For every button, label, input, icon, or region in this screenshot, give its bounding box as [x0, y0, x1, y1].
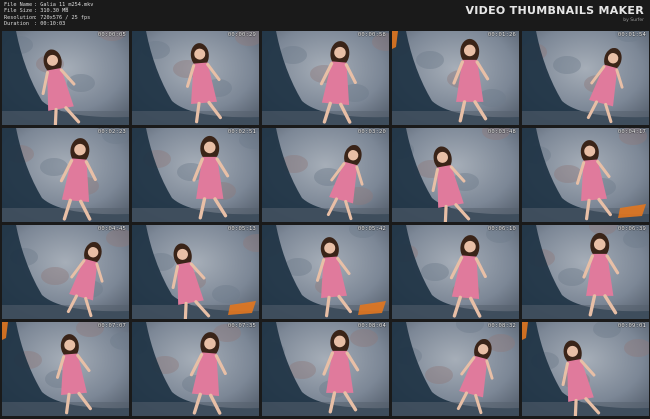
thumbnail-timestamp: 00:00:29: [227, 32, 256, 38]
thumbnail-frame: [262, 31, 389, 125]
floor: [132, 208, 259, 222]
thumbnail-timestamp: 00:02:51: [227, 129, 256, 135]
backdrop-blotch: [350, 329, 378, 347]
header-bar: File Name: Galia 11_m254.mkv File Size: …: [0, 0, 650, 30]
thumbnail-frame: [132, 225, 259, 319]
floor: [522, 305, 649, 319]
thumbnail-frame: [2, 31, 129, 125]
thumbnail-timestamp: 00:04:17: [617, 129, 646, 135]
video-thumbnail[interactable]: 00:04:17: [522, 128, 649, 222]
video-thumbnail[interactable]: 00:04:45: [2, 225, 129, 319]
backdrop-blotch: [41, 267, 69, 285]
figure-head: [463, 44, 476, 57]
video-thumbnail[interactable]: 00:00:29: [132, 31, 259, 125]
floor: [392, 402, 519, 416]
video-thumbnail[interactable]: 00:01:54: [522, 31, 649, 125]
meta-value: : 310.30 MB: [34, 8, 69, 15]
brand-subtitle: by Surfer: [623, 18, 644, 23]
floor: [392, 208, 519, 222]
backdrop-blotch: [425, 366, 453, 384]
thumbnail-timestamp: 00:01:26: [487, 32, 516, 38]
thumbnail-timestamp: 00:06:10: [487, 226, 516, 232]
video-thumbnail[interactable]: 00:05:13: [132, 225, 259, 319]
thumbnail-frame: [392, 128, 519, 222]
floor: [2, 111, 129, 125]
thumbnail-timestamp: 00:05:42: [357, 226, 386, 232]
thumbnail-frame: [262, 128, 389, 222]
thumbnail-timestamp: 00:08:04: [357, 323, 386, 329]
file-info: File Name: Galia 11_m254.mkv File Size: …: [4, 2, 93, 28]
figure-head: [333, 335, 346, 348]
thumbnail-frame: [522, 128, 649, 222]
thumbnail-timestamp: 00:04:45: [97, 226, 126, 232]
meta-value: : 00:10:03: [34, 21, 66, 28]
backdrop-blotch: [553, 56, 581, 74]
video-thumbnail[interactable]: 00:08:04: [262, 322, 389, 416]
thumbnail-frame: [392, 31, 519, 125]
thumbnail-frame: [132, 322, 259, 416]
video-thumbnail[interactable]: 00:02:51: [132, 128, 259, 222]
thumbnail-frame: [132, 31, 259, 125]
backdrop-blotch: [421, 263, 449, 281]
thumbnail-timestamp: 00:07:35: [227, 323, 256, 329]
thumbnail-timestamp: 00:06:39: [617, 226, 646, 232]
video-thumbnail[interactable]: 00:03:20: [262, 128, 389, 222]
floor: [262, 208, 389, 222]
thumbnail-timestamp: 00:03:20: [357, 129, 386, 135]
thumbnail-frame: [392, 322, 519, 416]
duration-row: Duration : 00:10:03: [4, 21, 93, 27]
figure-head: [203, 141, 216, 154]
thumbnail-timestamp: 00:07:07: [97, 323, 126, 329]
thumbnail-frame: [2, 225, 129, 319]
floor: [522, 402, 649, 416]
video-thumbnail[interactable]: 00:07:35: [132, 322, 259, 416]
brand: VIDEO THUMBNAILS MAKER by Surfer: [465, 4, 644, 23]
thumbnail-timestamp: 00:03:48: [487, 129, 516, 135]
figure-head: [593, 238, 606, 251]
floor: [522, 111, 649, 125]
video-thumbnail[interactable]: 00:06:39: [522, 225, 649, 319]
thumbnail-frame: [132, 128, 259, 222]
thumbnail-timestamp: 00:00:05: [97, 32, 126, 38]
floor: [262, 402, 389, 416]
thumbnail-frame: [522, 31, 649, 125]
video-thumbnail[interactable]: 00:08:32: [392, 322, 519, 416]
thumbnail-frame: [522, 322, 649, 416]
video-thumbnail[interactable]: 00:06:10: [392, 225, 519, 319]
video-thumbnail[interactable]: 00:03:48: [392, 128, 519, 222]
thumbnail-timestamp: 00:09:01: [617, 323, 646, 329]
meta-value: : 720x576 / 25 fps: [34, 14, 91, 21]
thumbnail-frame: [262, 225, 389, 319]
video-thumbnail[interactable]: 00:00:05: [2, 31, 129, 125]
thumbnail-frame: [2, 128, 129, 222]
thumbnail-timestamp: 00:02:23: [97, 129, 126, 135]
thumbnail-timestamp: 00:05:13: [227, 226, 256, 232]
thumbnail-frame: [262, 322, 389, 416]
thumbnail-timestamp: 00:00:58: [357, 32, 386, 38]
thumbnail-timestamp: 00:08:32: [487, 323, 516, 329]
thumbnail-grid: 00:00:05 00:00:29 00:00:58 00:01:26 00:01:54…: [2, 31, 649, 416]
floor: [392, 111, 519, 125]
video-thumbnail[interactable]: 00:09:01: [522, 322, 649, 416]
video-thumbnail[interactable]: 00:05:42: [262, 225, 389, 319]
meta-value: : Galia 11_m254.mkv: [34, 2, 94, 8]
backdrop-blotch: [416, 51, 444, 69]
video-thumbnail[interactable]: 00:07:07: [2, 322, 129, 416]
video-thumbnail[interactable]: 00:00:58: [262, 31, 389, 125]
backdrop-blotch: [212, 285, 240, 303]
thumbnail-timestamp: 00:01:54: [617, 32, 646, 38]
thumbnail-frame: [2, 322, 129, 416]
backdrop-blotch: [558, 268, 586, 286]
thumbnail-frame: [392, 225, 519, 319]
video-thumbnail[interactable]: 00:02:23: [2, 128, 129, 222]
brand-title: VIDEO THUMBNAILS MAKER: [465, 4, 644, 17]
thumbnail-frame: [522, 225, 649, 319]
video-thumbnail[interactable]: 00:01:26: [392, 31, 519, 125]
floor: [2, 305, 129, 319]
meta-key: Duration: [4, 21, 29, 28]
